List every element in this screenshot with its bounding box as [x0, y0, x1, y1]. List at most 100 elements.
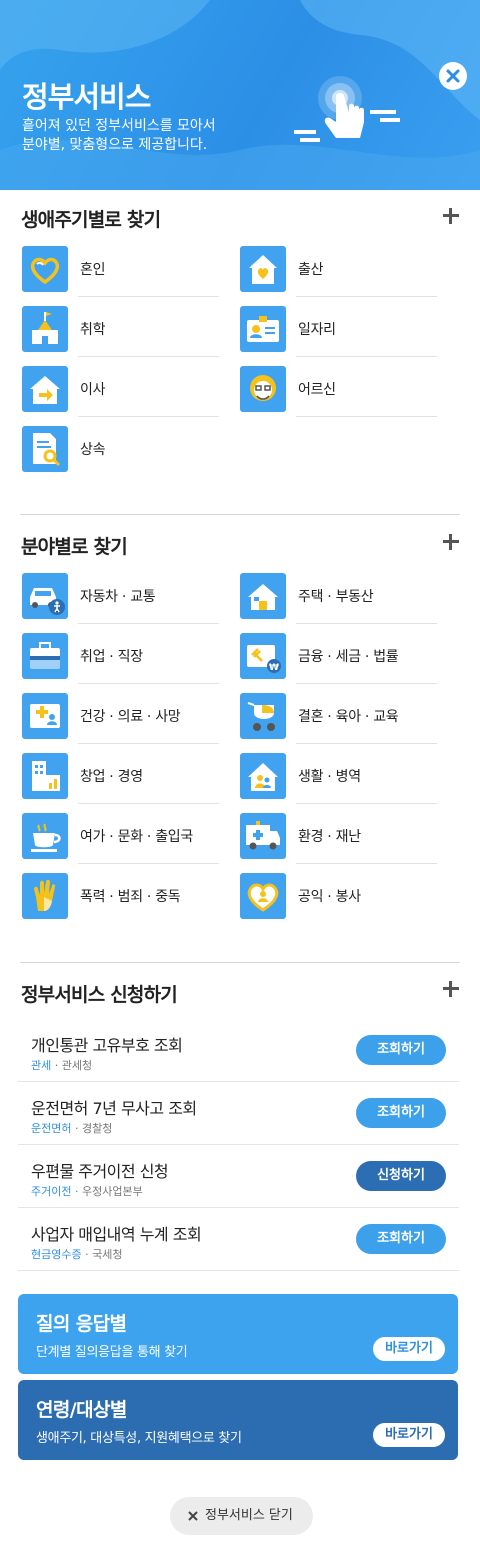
apply-row-category: 현금영수증	[31, 1248, 82, 1261]
apply-row-agency: 국세청	[92, 1248, 123, 1261]
field-item-environment[interactable]: 환경 · 재난	[240, 813, 437, 864]
apply-row-meta: 현금영수증 · 국세청	[31, 1246, 122, 1262]
close-service-label: 정부서비스 닫기	[205, 1508, 293, 1523]
field-item-housing[interactable]: 주택 · 부동산	[240, 573, 437, 624]
apply-expand-button[interactable]	[442, 980, 460, 998]
house-move-icon	[22, 366, 68, 412]
field-item-label: 생활 · 병역	[298, 769, 361, 785]
lifecycle-item-job[interactable]: 일자리	[240, 306, 437, 357]
lifecycle-section-title: 생애주기별로 찾기	[21, 209, 161, 231]
field-item-label: 결혼 · 육아 · 교육	[298, 709, 399, 725]
lifecycle-item-label: 혼인	[80, 262, 106, 278]
lifecycle-expand-button[interactable]	[442, 207, 460, 225]
item-divider	[78, 296, 219, 297]
field-item-label: 여가 · 문화 · 출입국	[80, 829, 193, 845]
apply-row-agency: 우정사업본부	[81, 1185, 143, 1198]
field-item-label: 취업 · 직장	[80, 649, 143, 665]
item-divider	[78, 356, 219, 357]
go-button[interactable]: 바로가기	[373, 1423, 445, 1447]
meta-separator: ·	[71, 1185, 82, 1198]
meta-separator: ·	[71, 1122, 82, 1135]
field-item-label: 건강 · 의료 · 사망	[80, 709, 181, 725]
qna-banner[interactable]: 질의 응답별 단계별 질의응답을 통해 찾기 바로가기	[18, 1294, 458, 1374]
field-item-label: 주택 · 부동산	[298, 589, 374, 605]
field-expand-button[interactable]	[442, 533, 460, 551]
inquiry-button[interactable]: 조회하기	[356, 1224, 446, 1254]
section-divider	[20, 514, 460, 515]
field-item-car-traffic[interactable]: 자동차 · 교통	[22, 573, 219, 624]
field-item-life-military[interactable]: 생활 · 병역	[240, 753, 437, 804]
field-item-finance[interactable]: ₩ 금융 · 세금 · 법률	[240, 633, 437, 684]
banner-description: 생애주기, 대상특성, 지원혜택으로 찾기	[36, 1431, 242, 1446]
item-divider	[296, 296, 437, 297]
item-divider	[296, 743, 437, 744]
close-button[interactable]	[439, 62, 467, 90]
field-item-violence-crime[interactable]: 폭력 · 범죄 · 중독	[22, 873, 219, 921]
meta-separator: ·	[51, 1059, 62, 1072]
field-section-title: 분야별로 찾기	[21, 536, 128, 558]
apply-row-agency: 관세청	[61, 1059, 93, 1072]
item-divider	[296, 803, 437, 804]
lifecycle-item-school[interactable]: 취학	[22, 306, 219, 357]
banner-description: 단계별 질의응답을 통해 찾기	[36, 1345, 188, 1360]
field-item-label: 폭력 · 범죄 · 중독	[80, 889, 181, 905]
heart-person-icon	[240, 873, 286, 919]
apply-row[interactable]: 운전면허 7년 무사고 조회 운전면허 · 경찰청 조회하기	[18, 1082, 459, 1145]
lifecycle-item-label: 어르신	[298, 382, 336, 398]
go-button[interactable]: 바로가기	[373, 1337, 445, 1361]
ambulance-icon	[240, 813, 286, 859]
house-icon	[240, 573, 286, 619]
close-icon	[446, 69, 460, 83]
lifecycle-item-moving[interactable]: 이사	[22, 366, 219, 417]
apply-row[interactable]: 우편물 주거이전 신청 주거이전 · 우정사업본부 신청하기	[18, 1145, 459, 1208]
apply-row[interactable]: 사업자 매입내역 누계 조회 현금영수증 · 국세청 조회하기	[18, 1208, 459, 1271]
inquiry-button[interactable]: 조회하기	[356, 1035, 446, 1065]
inquiry-button[interactable]: 조회하기	[356, 1098, 446, 1128]
lifecycle-item-inheritance[interactable]: 상속	[22, 426, 219, 474]
apply-row-meta: 관세 · 관세청	[31, 1057, 92, 1073]
section-divider	[20, 962, 460, 963]
lifecycle-item-label: 출산	[298, 262, 324, 278]
stop-hand-icon	[22, 873, 68, 919]
field-item-label: 자동차 · 교통	[80, 589, 156, 605]
field-item-health[interactable]: 건강 · 의료 · 사망	[22, 693, 219, 744]
house-heart-icon	[240, 246, 286, 292]
meta-separator: ·	[81, 1248, 93, 1261]
field-item-marriage-education[interactable]: 결혼 · 육아 · 교육	[240, 693, 437, 744]
banner-title: 질의 응답별	[36, 1313, 127, 1335]
lifecycle-item-birth[interactable]: 출산	[240, 246, 437, 297]
field-item-label: 금융 · 세금 · 법률	[298, 649, 399, 665]
page-title: 정부서비스	[22, 80, 151, 114]
header-description: 흩어져 있던 정부서비스를 모아서 분야별, 맞춤형으로 제공합니다.	[22, 118, 216, 153]
close-service-button[interactable]: 정부서비스 닫기	[170, 1497, 313, 1535]
medical-card-icon	[22, 693, 68, 739]
age-target-banner[interactable]: 연령/대상별 생애주기, 대상특성, 지원혜택으로 찾기 바로가기	[18, 1380, 458, 1460]
apply-button[interactable]: 신청하기	[356, 1161, 446, 1191]
field-grid: 자동차 · 교통 주택 · 부동산 취업 · 직장 ₩ 금융 · 세금 · 법률	[22, 573, 459, 923]
item-divider	[78, 416, 219, 417]
lifecycle-item-label: 상속	[80, 442, 106, 458]
field-item-employment[interactable]: 취업 · 직장	[22, 633, 219, 684]
briefcase-icon	[22, 633, 68, 679]
field-item-label: 창업 · 경영	[80, 769, 143, 785]
field-item-startup[interactable]: 창업 · 경영	[22, 753, 219, 804]
apply-row-category: 관세	[31, 1059, 52, 1072]
lifecycle-item-marriage[interactable]: 혼인	[22, 246, 219, 297]
field-item-leisure[interactable]: 여가 · 문화 · 출입국	[22, 813, 219, 864]
car-icon	[22, 573, 68, 619]
apply-row-meta: 주거이전 · 우정사업본부	[31, 1183, 143, 1199]
item-divider	[296, 863, 437, 864]
school-icon	[22, 306, 68, 352]
apply-row-meta: 운전면허 · 경찰청	[31, 1120, 112, 1136]
field-item-label: 공익 · 봉사	[298, 889, 361, 905]
banner-title: 연령/대상별	[36, 1399, 127, 1421]
lifecycle-item-elder[interactable]: 어르신	[240, 366, 437, 417]
apply-row[interactable]: 개인통관 고유부호 조회 관세 · 관세청 조회하기	[18, 1019, 459, 1082]
lifecycle-item-label: 취학	[80, 322, 106, 338]
document-search-icon	[22, 426, 68, 472]
touch-hand-icon	[294, 76, 400, 142]
building-chart-icon	[22, 753, 68, 799]
item-divider	[78, 863, 219, 864]
field-item-public-service[interactable]: 공익 · 봉사	[240, 873, 437, 921]
stroller-icon	[240, 693, 286, 739]
